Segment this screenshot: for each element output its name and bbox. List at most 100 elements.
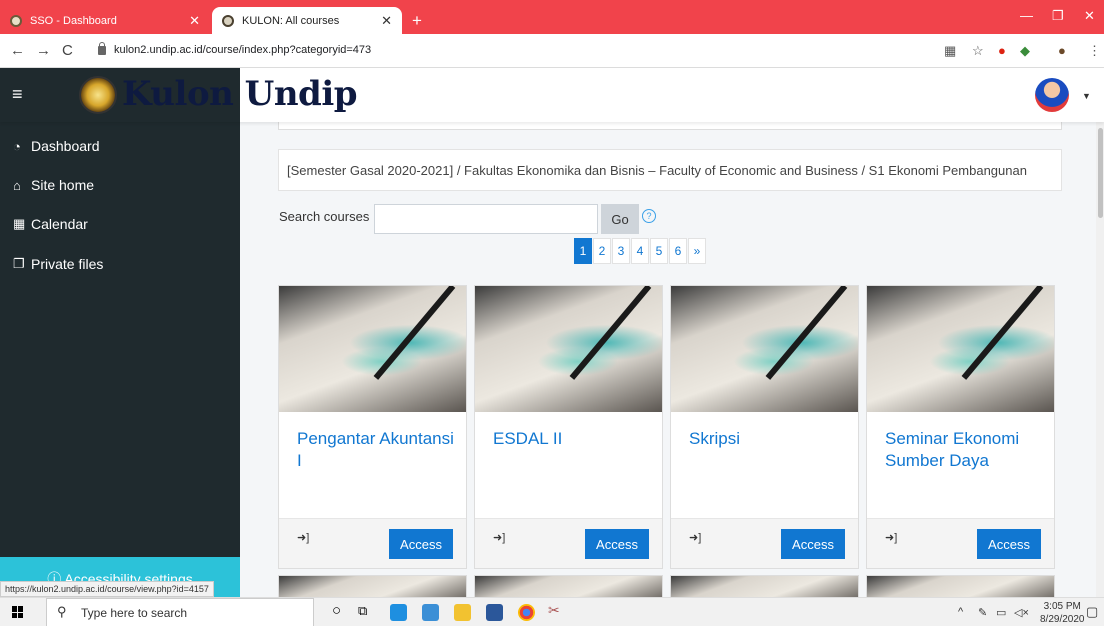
close-tab-icon[interactable]: ✕ — [189, 13, 200, 29]
star-icon[interactable]: ☆ — [972, 43, 984, 59]
profile-icon[interactable]: ● — [1058, 43, 1066, 58]
snipping-tool-icon[interactable]: ✂ — [548, 602, 565, 619]
chevron-down-icon[interactable]: ▼ — [1082, 91, 1091, 101]
site-brand[interactable]: Kulon Undip — [122, 74, 358, 114]
notifications-icon[interactable]: ▢ — [1086, 604, 1098, 620]
word-icon[interactable] — [486, 604, 503, 621]
page-1[interactable]: 1 — [574, 238, 592, 264]
course-title[interactable]: ESDAL II — [493, 428, 653, 450]
course-card-partial[interactable] — [866, 575, 1055, 597]
scrollbar-thumb[interactable] — [1098, 128, 1103, 218]
pen-icon[interactable]: ✎ — [978, 606, 987, 619]
access-button[interactable]: Access — [389, 529, 453, 559]
course-card[interactable]: Pengantar Akuntansi I ➜] Access — [278, 285, 467, 569]
sidebar-item-label: Site home — [31, 177, 95, 193]
taskbar: ⚲ Type here to search ○ ⧉ ✂ ^ ✎ ▭ ◁× 3:0… — [0, 597, 1104, 626]
task-view-icon[interactable]: ⧉ — [358, 603, 375, 620]
more-icon[interactable]: ⋮ — [1088, 43, 1101, 59]
search-input[interactable] — [374, 204, 598, 234]
help-icon[interactable]: ? — [642, 209, 656, 223]
page-6[interactable]: 6 — [669, 238, 687, 264]
windows-start-icon[interactable] — [12, 606, 24, 618]
home-icon: ⌂ — [13, 177, 21, 193]
course-footer: ➜] Access — [671, 518, 858, 568]
sidebar-item-dashboard[interactable]: ◔ Dashboard — [13, 138, 100, 154]
top-card — [278, 122, 1062, 130]
cortana-icon[interactable]: ○ — [332, 602, 349, 619]
taskbar-search-placeholder: Type here to search — [81, 606, 188, 620]
course-image[interactable] — [867, 286, 1054, 412]
enrol-icon: ➜] — [689, 532, 702, 544]
access-button[interactable]: Access — [781, 529, 845, 559]
sidebar-item-private-files[interactable]: ❐ Private files — [13, 256, 103, 272]
course-footer: ➜] Access — [279, 518, 466, 568]
undip-logo[interactable] — [79, 76, 117, 114]
enrol-icon: ➜] — [493, 532, 506, 544]
course-card-partial[interactable] — [670, 575, 859, 597]
hamburger-icon[interactable]: ≡ — [12, 84, 23, 105]
enrol-icon: ➜] — [885, 532, 898, 544]
main-content: [Semester Gasal 2020-2021] / Fakultas Ek… — [240, 122, 1104, 597]
calendar-app-icon[interactable] — [390, 604, 407, 621]
course-title[interactable]: Pengantar Akuntansi I — [297, 428, 457, 472]
maximize-icon[interactable]: ❐ — [1052, 8, 1064, 24]
page-4[interactable]: 4 — [631, 238, 649, 264]
page-5[interactable]: 5 — [650, 238, 668, 264]
tab-label: SSO - Dashboard — [30, 14, 117, 27]
course-title[interactable]: Seminar Ekonomi Sumber Daya — [885, 428, 1045, 472]
access-button[interactable]: Access — [585, 529, 649, 559]
clock[interactable]: 3:05 PM 8/29/2020 — [1040, 600, 1085, 626]
taskbar-search[interactable]: ⚲ Type here to search — [46, 598, 314, 626]
status-url-bar: https://kulon2.undip.ac.id/course/view.p… — [0, 581, 214, 597]
course-card-partial[interactable] — [474, 575, 663, 597]
course-image[interactable] — [475, 286, 662, 412]
new-tab-button[interactable]: + — [412, 11, 422, 31]
back-icon[interactable]: ← — [10, 42, 25, 59]
page-3[interactable]: 3 — [612, 238, 630, 264]
file-explorer-icon[interactable] — [454, 604, 471, 621]
tab-sso-dashboard[interactable]: SSO - Dashboard ✕ — [0, 7, 210, 34]
clock-date: 8/29/2020 — [1040, 614, 1085, 625]
course-image[interactable] — [671, 286, 858, 412]
course-image[interactable] — [279, 286, 466, 412]
go-button[interactable]: Go — [601, 204, 639, 234]
url-text: kulon2.undip.ac.id/course/index.php?cate… — [114, 44, 372, 56]
minimize-icon[interactable]: — — [1020, 8, 1033, 23]
course-footer: ➜] Access — [867, 518, 1054, 568]
network-icon[interactable]: ▭ — [996, 606, 1006, 619]
page-2[interactable]: 2 — [593, 238, 611, 264]
calendar-icon: ▦ — [13, 216, 26, 231]
sidebar-item-calendar[interactable]: ▦ Calendar — [13, 216, 88, 232]
files-icon: ❐ — [13, 256, 25, 271]
course-footer: ➜] Access — [475, 518, 662, 568]
sidebar-item-label: Calendar — [31, 216, 88, 232]
page-next[interactable]: » — [688, 238, 706, 264]
chevron-up-icon[interactable]: ^ — [958, 606, 963, 618]
sidebar-item-label: Private files — [31, 256, 104, 272]
lock-icon — [98, 41, 106, 55]
pagination: 1 2 3 4 5 6 » — [574, 238, 707, 264]
sidebar-item-site-home[interactable]: ⌂ Site home — [13, 177, 94, 193]
forward-icon[interactable]: → — [36, 42, 51, 59]
chrome-icon[interactable] — [518, 604, 535, 621]
tab-kulon-all-courses[interactable]: KULON: All courses ✕ — [212, 7, 402, 34]
reload-icon[interactable]: C — [62, 42, 73, 59]
course-card-partial[interactable] — [278, 575, 467, 597]
url-field[interactable]: kulon2.undip.ac.id/course/index.php?cate… — [98, 41, 372, 56]
avatar[interactable] — [1035, 78, 1069, 112]
close-tab-icon[interactable]: ✕ — [381, 13, 392, 29]
translate-icon[interactable]: ▦ — [944, 43, 956, 59]
favicon-icon — [10, 14, 22, 27]
course-card[interactable]: Seminar Ekonomi Sumber Daya ➜] Access — [866, 285, 1055, 569]
access-button[interactable]: Access — [977, 529, 1041, 559]
course-card[interactable]: Skripsi ➜] Access — [670, 285, 859, 569]
search-icon: ⚲ — [57, 604, 67, 619]
volume-icon[interactable]: ◁× — [1014, 606, 1029, 619]
course-title[interactable]: Skripsi — [689, 428, 849, 450]
close-window-icon[interactable]: ✕ — [1084, 8, 1095, 24]
course-card[interactable]: ESDAL II ➜] Access — [474, 285, 663, 569]
extension-icon[interactable]: ◆ — [1020, 43, 1030, 59]
calculator-app-icon[interactable] — [422, 604, 439, 621]
opera-icon[interactable]: ● — [998, 43, 1006, 58]
search-label: Search courses — [279, 209, 370, 224]
